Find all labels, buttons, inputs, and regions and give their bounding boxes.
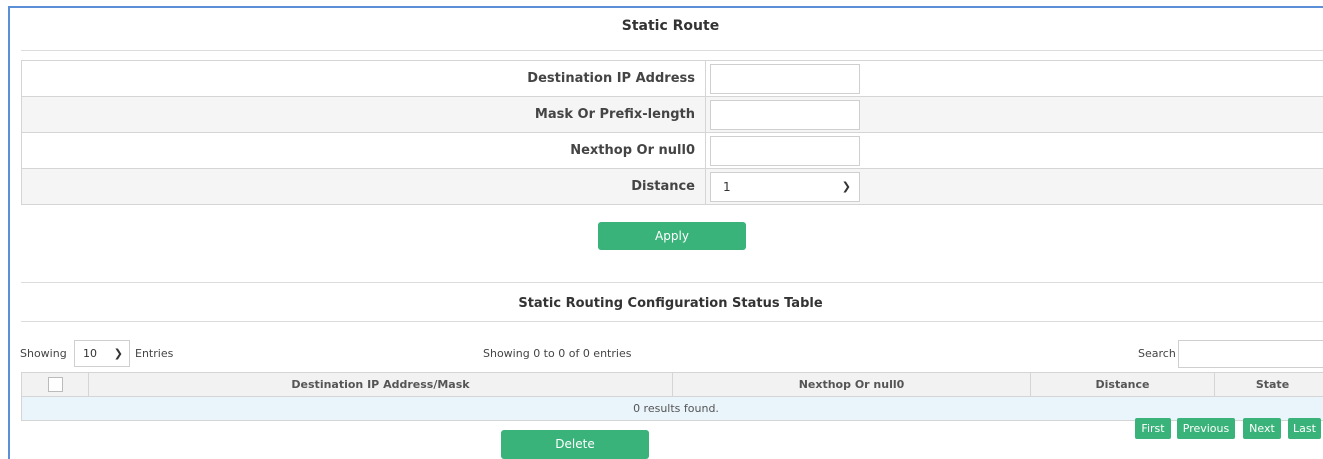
pagination-previous-button[interactable]: Previous bbox=[1177, 418, 1235, 439]
pagination-next-button[interactable]: Next bbox=[1243, 418, 1281, 439]
apply-button[interactable]: Apply bbox=[598, 222, 746, 250]
form-row-nexthop: Nexthop Or null0 bbox=[21, 132, 1323, 169]
chevron-down-icon: ❯ bbox=[841, 180, 851, 193]
showing-label: Showing bbox=[20, 347, 67, 360]
table-header-row: Destination IP Address/Mask Nexthop Or n… bbox=[21, 372, 1323, 397]
destination-ip-label: Destination IP Address bbox=[21, 60, 706, 97]
route-form: Destination IP Address Mask Or Prefix-le… bbox=[21, 60, 1323, 205]
distance-select-value: 1 bbox=[723, 179, 731, 194]
nexthop-label: Nexthop Or null0 bbox=[21, 132, 706, 169]
select-all-checkbox[interactable] bbox=[47, 377, 63, 392]
column-header-state[interactable]: State bbox=[1214, 372, 1323, 397]
form-row-destination: Destination IP Address bbox=[21, 60, 1323, 97]
column-header-nexthop[interactable]: Nexthop Or null0 bbox=[672, 372, 1031, 397]
entries-select-value: 10 bbox=[83, 347, 97, 360]
select-all-header bbox=[21, 372, 89, 397]
page-title: Static Route bbox=[621, 18, 720, 34]
pagination-last-button[interactable]: Last bbox=[1288, 418, 1321, 439]
form-row-distance: Distance 1 ❯ bbox=[21, 168, 1323, 205]
distance-label: Distance bbox=[21, 168, 706, 205]
search-input[interactable] bbox=[1178, 340, 1323, 368]
mask-input[interactable] bbox=[710, 99, 860, 130]
section-divider bbox=[21, 282, 1323, 283]
delete-button[interactable]: Delete bbox=[501, 430, 649, 459]
status-table: Destination IP Address/Mask Nexthop Or n… bbox=[21, 372, 1323, 421]
title-divider bbox=[21, 50, 1323, 51]
nexthop-input[interactable] bbox=[710, 135, 860, 166]
column-header-destination[interactable]: Destination IP Address/Mask bbox=[88, 372, 673, 397]
mask-label: Mask Or Prefix-length bbox=[21, 96, 706, 133]
status-table-title: Static Routing Configuration Status Tabl… bbox=[518, 296, 823, 311]
form-row-mask: Mask Or Prefix-length bbox=[21, 96, 1323, 133]
status-title-divider bbox=[21, 321, 1323, 322]
pagination-first-button[interactable]: First bbox=[1135, 418, 1171, 439]
chevron-down-icon: ❯ bbox=[113, 347, 123, 360]
distance-select[interactable]: 1 ❯ bbox=[710, 171, 860, 202]
empty-results-text: 0 results found. bbox=[21, 396, 1323, 421]
destination-ip-input[interactable] bbox=[710, 63, 860, 94]
search-label: Search bbox=[1138, 347, 1176, 360]
column-header-distance[interactable]: Distance bbox=[1030, 372, 1215, 397]
table-row: 0 results found. bbox=[21, 396, 1323, 421]
entries-label: Entries bbox=[135, 347, 174, 360]
entries-info: Showing 0 to 0 of 0 entries bbox=[483, 347, 632, 360]
entries-select[interactable]: 10 ❯ bbox=[74, 340, 130, 367]
